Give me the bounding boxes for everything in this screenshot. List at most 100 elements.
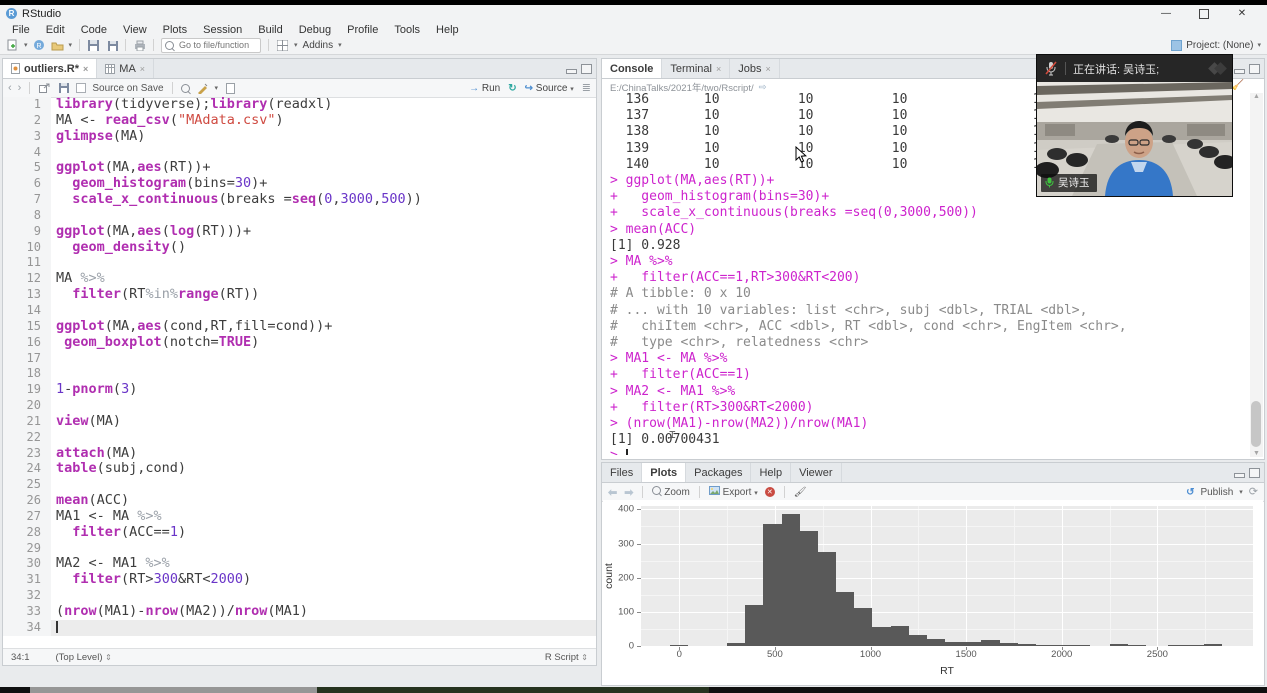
text-cursor: ⌶ [669, 428, 676, 441]
scroll-up-icon[interactable]: ▲ [1250, 93, 1263, 100]
line-number: 32 [3, 588, 51, 604]
source-on-save-label: Source on Save [92, 83, 163, 94]
back-icon[interactable]: ‹ [8, 83, 12, 94]
menu-session[interactable]: Session [195, 24, 250, 36]
next-plot-icon[interactable]: ➡ [624, 486, 633, 499]
histogram-bar [763, 524, 781, 646]
compile-report-icon[interactable] [224, 82, 237, 95]
menu-edit[interactable]: Edit [38, 24, 73, 36]
maximize-icon [1199, 9, 1209, 19]
print-icon[interactable] [133, 39, 146, 52]
line-number: 5 [3, 160, 51, 176]
open-file-dropdown[interactable]: ▾ [69, 41, 73, 49]
maximize-button[interactable] [1185, 6, 1223, 21]
refresh-icon[interactable]: ⟳ [1249, 487, 1258, 498]
zoom-plot-button[interactable]: Zoom [652, 486, 689, 498]
tab-packages[interactable]: Packages [686, 463, 751, 482]
project-selector[interactable]: Project: (None) ▾ [1171, 40, 1261, 51]
y-tick-label: 100 [618, 606, 634, 617]
scope-selector[interactable]: (Top Level) ⇕ [56, 652, 112, 663]
console-line: > (nrow(MA1)-nrow(MA2))/nrow(MA1) [610, 416, 1246, 432]
clear-console-icon[interactable]: 🧹 [1232, 80, 1244, 91]
forward-icon[interactable]: › [18, 83, 22, 94]
tab-plots[interactable]: Plots [642, 463, 686, 482]
code-tools-icon[interactable] [196, 82, 209, 95]
minimize-button[interactable]: — [1147, 6, 1185, 21]
tab-viewer[interactable]: Viewer [791, 463, 841, 482]
open-file-icon[interactable] [51, 39, 64, 52]
menu-view[interactable]: View [115, 24, 155, 36]
menu-help[interactable]: Help [428, 24, 467, 36]
maximize-pane-icon[interactable] [581, 64, 592, 74]
histogram-bar [670, 645, 688, 646]
x-axis-title: RT [641, 665, 1253, 677]
publish-dropdown[interactable]: ▾ [1239, 488, 1243, 496]
run-button[interactable]: → Run [469, 83, 500, 94]
source-on-save-checkbox[interactable] [76, 83, 86, 93]
new-file-icon[interactable] [6, 39, 19, 52]
workspace-panes-icon[interactable] [276, 39, 289, 52]
tab-ma[interactable]: MA × [97, 59, 154, 78]
panes-dropdown[interactable]: ▾ [294, 41, 298, 49]
console-scrollbar[interactable]: ▲ ▼ [1250, 93, 1263, 457]
scroll-down-icon[interactable]: ▼ [1250, 450, 1263, 457]
meeting-overlay[interactable]: 正在讲话: 吴诗玉; [1037, 55, 1232, 196]
code-editor[interactable]: 1library(tidyverse);library(readxl)2MA <… [3, 97, 596, 649]
addins-button[interactable]: Addins [303, 40, 334, 51]
code-tools-dropdown[interactable]: ▾ [215, 84, 219, 92]
minimize-pane-icon[interactable] [1234, 69, 1245, 74]
save-all-icon[interactable] [105, 39, 118, 52]
tab-help[interactable]: Help [751, 463, 791, 482]
publish-button[interactable]: Publish [1200, 487, 1233, 498]
y-tick-label: 0 [629, 641, 634, 652]
file-type-selector[interactable]: R Script ⇕ [545, 652, 588, 663]
tab-files[interactable]: Files [602, 463, 642, 482]
x-tick-label: 1500 [956, 649, 977, 660]
menu-file[interactable]: File [4, 24, 38, 36]
tab-outliers[interactable]: outliers.R* × [3, 59, 97, 78]
line-number: 1 [3, 97, 51, 113]
close-button[interactable]: ✕ [1223, 6, 1261, 21]
scrollbar-thumb[interactable] [1251, 401, 1261, 447]
close-tab-icon[interactable]: × [766, 64, 771, 74]
maximize-pane-icon[interactable] [1249, 468, 1260, 478]
find-icon[interactable] [181, 84, 190, 93]
minimize-pane-icon[interactable] [566, 69, 577, 74]
titlebar: R RStudio — ✕ [0, 5, 1267, 22]
previous-plot-icon[interactable]: ⬅ [608, 486, 617, 499]
menu-code[interactable]: Code [73, 24, 115, 36]
menu-build[interactable]: Build [250, 24, 290, 36]
export-button[interactable]: Export ▾ [709, 486, 758, 498]
menu-debug[interactable]: Debug [291, 24, 339, 36]
close-tab-icon[interactable]: × [83, 64, 88, 74]
goto-file-search[interactable] [161, 38, 261, 53]
new-file-dropdown[interactable]: ▾ [24, 41, 28, 49]
menu-plots[interactable]: Plots [155, 24, 195, 36]
tab-jobs[interactable]: Jobs× [730, 59, 780, 78]
code-line: 8 [3, 208, 596, 224]
close-tab-icon[interactable]: × [140, 64, 145, 74]
goto-file-input[interactable] [177, 39, 257, 51]
goto-directory-icon[interactable]: ⇨ [759, 82, 767, 93]
tab-console[interactable]: Console [602, 59, 662, 78]
save-icon[interactable] [87, 39, 100, 52]
maximize-pane-icon[interactable] [1249, 64, 1260, 74]
save-icon[interactable] [57, 82, 70, 95]
line-number: 18 [3, 366, 51, 382]
histogram-bar [1168, 645, 1186, 646]
source-button[interactable]: ↪ Source ▾ [525, 83, 574, 94]
console-line: > MA2 <- MA1 %>% [610, 384, 1246, 400]
tab-terminal[interactable]: Terminal× [662, 59, 730, 78]
y-axis-title: count [533, 553, 685, 599]
minimize-pane-icon[interactable] [1234, 473, 1245, 478]
remove-plot-icon[interactable]: ✕ [765, 487, 775, 497]
document-outline-icon[interactable]: ≣ [582, 83, 591, 94]
close-tab-icon[interactable]: × [716, 64, 721, 74]
popout-icon[interactable] [38, 82, 51, 95]
new-project-icon[interactable]: R [33, 39, 46, 52]
rerun-icon[interactable]: ↻ [508, 83, 516, 94]
menu-profile[interactable]: Profile [339, 24, 386, 36]
clear-plots-icon[interactable]: 🖌 [794, 487, 807, 498]
addins-dropdown[interactable]: ▾ [338, 41, 342, 49]
menu-tools[interactable]: Tools [386, 24, 428, 36]
